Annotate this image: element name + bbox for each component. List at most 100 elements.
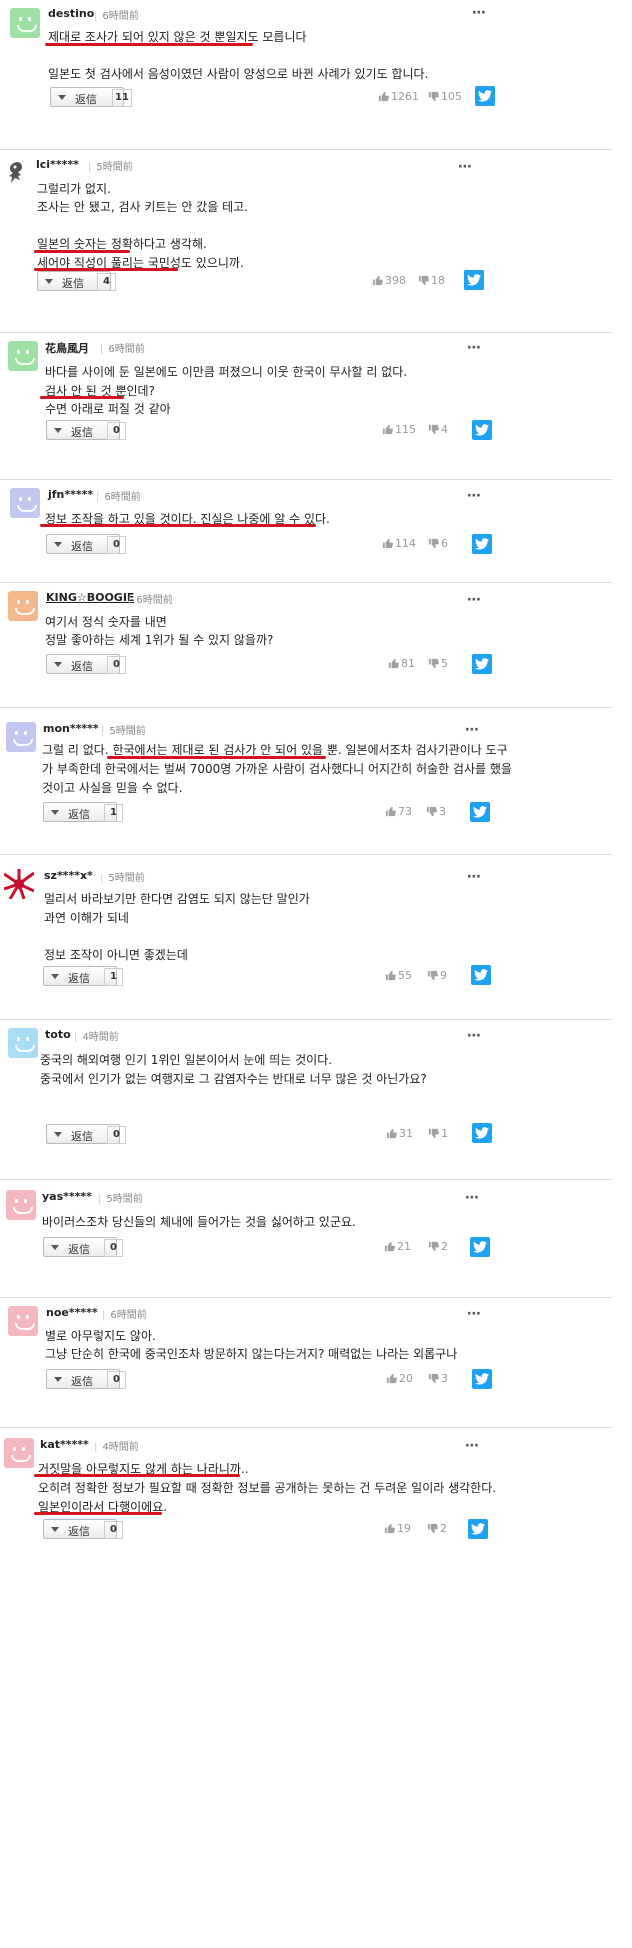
- comment-text-line: 오히려 정확한 정보가 필요할 때 정확한 정보를 공개하는 못하는 건 두려운…: [38, 1481, 497, 1495]
- comment-text-line: 일본도 첫 검사에서 음성이였던 사람이 양성으로 바뀐 사례가 있기도 합니다…: [48, 67, 429, 81]
- comment-item: toto 4時間前 ⋯ 중국의 해외여행 인기 1위인 일본이어서 눈에 띄는 …: [0, 1020, 612, 1180]
- username[interactable]: noe*****: [46, 1306, 98, 1319]
- more-options-icon[interactable]: ⋯: [465, 1438, 480, 1454]
- like-count[interactable]: 55: [385, 969, 412, 982]
- avatar[interactable]: [8, 341, 38, 371]
- thumbs-down-icon: [428, 91, 439, 102]
- highlight-underline: [107, 756, 326, 759]
- username[interactable]: yas*****: [42, 1190, 92, 1203]
- username[interactable]: destino: [48, 7, 94, 20]
- like-count[interactable]: 31: [386, 1127, 413, 1140]
- thumbs-up-icon: [384, 1241, 395, 1252]
- twitter-share-icon[interactable]: [470, 802, 490, 822]
- username[interactable]: lci*****: [36, 158, 79, 171]
- like-count[interactable]: 19: [384, 1522, 411, 1535]
- thumbs-down-icon: [426, 806, 437, 817]
- timestamp: 5時間前: [98, 1190, 142, 1205]
- avatar[interactable]: [10, 488, 40, 518]
- more-options-icon[interactable]: ⋯: [467, 488, 482, 504]
- like-count[interactable]: 115: [382, 423, 416, 436]
- like-count[interactable]: 1261: [378, 90, 419, 103]
- comment-item: lci***** 5時間前 ⋯ 그럴리가 없지. 조사는 안 됐고, 검사 키트…: [0, 150, 612, 333]
- reply-count: 0: [107, 1126, 126, 1144]
- highlight-underline: [40, 396, 124, 399]
- more-options-icon[interactable]: ⋯: [465, 1190, 480, 1206]
- comment-item: KING☆BOOGIE 6時間前 ⋯ 여기서 정식 숫자를 내면 정말 좋아하는…: [0, 583, 612, 708]
- like-count[interactable]: 81: [388, 657, 415, 670]
- dislike-count[interactable]: 6: [428, 537, 448, 550]
- reply-count: 0: [107, 536, 126, 554]
- twitter-share-icon[interactable]: [472, 654, 492, 674]
- comment-text-line: 그냥 단순히 한국에 중국인조차 방문하지 않는다는거지? 매력없는 나라는 외…: [45, 1347, 458, 1361]
- username[interactable]: KING☆BOOGIE: [46, 591, 134, 604]
- username[interactable]: jfn*****: [48, 488, 93, 501]
- more-options-icon[interactable]: ⋯: [467, 1028, 482, 1044]
- timestamp: 4時間前: [74, 1028, 118, 1043]
- dislike-count[interactable]: 2: [427, 1522, 447, 1535]
- avatar[interactable]: [4, 160, 34, 190]
- avatar[interactable]: [10, 8, 40, 38]
- twitter-share-icon[interactable]: [472, 1123, 492, 1143]
- username[interactable]: toto: [45, 1028, 71, 1041]
- twitter-share-icon[interactable]: [472, 420, 492, 440]
- highlight-underline: [34, 1512, 162, 1515]
- like-count[interactable]: 114: [382, 537, 416, 550]
- dislike-count[interactable]: 5: [428, 657, 448, 670]
- twitter-share-icon[interactable]: [471, 965, 491, 985]
- avatar[interactable]: [6, 1190, 36, 1220]
- username[interactable]: mon*****: [43, 722, 99, 735]
- twitter-share-icon[interactable]: [472, 1369, 492, 1389]
- thumbs-up-icon: [372, 275, 383, 286]
- caret-down-icon: [54, 1377, 62, 1382]
- username[interactable]: 花鳥風月: [45, 340, 89, 356]
- comment-text-line: 가 부족한데 한국에서는 벌써 7000명 가까운 사람이 검사했다니 어지간히…: [42, 762, 512, 776]
- like-count[interactable]: 398: [372, 274, 406, 287]
- dislike-count[interactable]: 4: [428, 423, 448, 436]
- twitter-share-icon[interactable]: [470, 1237, 490, 1257]
- twitter-share-icon[interactable]: [475, 86, 495, 106]
- caret-down-icon: [58, 95, 66, 100]
- avatar[interactable]: [8, 1028, 38, 1058]
- more-options-icon[interactable]: ⋯: [467, 592, 482, 608]
- like-count[interactable]: 21: [384, 1240, 411, 1253]
- more-options-icon[interactable]: ⋯: [458, 159, 473, 175]
- caret-down-icon: [54, 1132, 62, 1137]
- dislike-count[interactable]: 18: [418, 274, 445, 287]
- highlight-underline: [45, 43, 253, 46]
- dislike-count[interactable]: 105: [428, 90, 462, 103]
- dislike-count[interactable]: 9: [427, 969, 447, 982]
- dislike-count[interactable]: 2: [428, 1240, 448, 1253]
- timestamp: 5時間前: [101, 722, 145, 737]
- timestamp: 6時間前: [96, 488, 140, 503]
- timestamp: 5時間前: [88, 158, 132, 173]
- dislike-count[interactable]: 3: [428, 1372, 448, 1385]
- comment-text-line: 멀리서 바라보기만 한다면 감염도 되지 않는단 말인가: [44, 892, 310, 906]
- more-options-icon[interactable]: ⋯: [465, 722, 480, 738]
- username[interactable]: sz****x*: [44, 869, 93, 882]
- caret-down-icon: [51, 1245, 59, 1250]
- reply-count: 0: [104, 1521, 123, 1539]
- reply-count: 4: [97, 273, 116, 291]
- username[interactable]: kat*****: [40, 1438, 89, 1451]
- more-options-icon[interactable]: ⋯: [472, 5, 487, 21]
- more-options-icon[interactable]: ⋯: [467, 869, 482, 885]
- avatar[interactable]: [6, 722, 36, 752]
- avatar[interactable]: [3, 869, 35, 900]
- highlight-underline: [40, 524, 316, 527]
- like-count[interactable]: 73: [385, 805, 412, 818]
- more-options-icon[interactable]: ⋯: [467, 1306, 482, 1322]
- thumbs-down-icon: [428, 1373, 439, 1384]
- dislike-count[interactable]: 3: [426, 805, 446, 818]
- caret-down-icon: [54, 662, 62, 667]
- avatar[interactable]: [4, 1438, 34, 1468]
- twitter-share-icon[interactable]: [464, 270, 484, 290]
- avatar[interactable]: [8, 591, 38, 621]
- dislike-count[interactable]: 1: [428, 1127, 448, 1140]
- like-count[interactable]: 20: [386, 1372, 413, 1385]
- thumbs-up-icon: [384, 1523, 395, 1534]
- more-options-icon[interactable]: ⋯: [467, 340, 482, 356]
- twitter-share-icon[interactable]: [472, 534, 492, 554]
- thumbs-down-icon: [418, 275, 429, 286]
- avatar[interactable]: [8, 1306, 38, 1336]
- twitter-share-icon[interactable]: [468, 1519, 488, 1539]
